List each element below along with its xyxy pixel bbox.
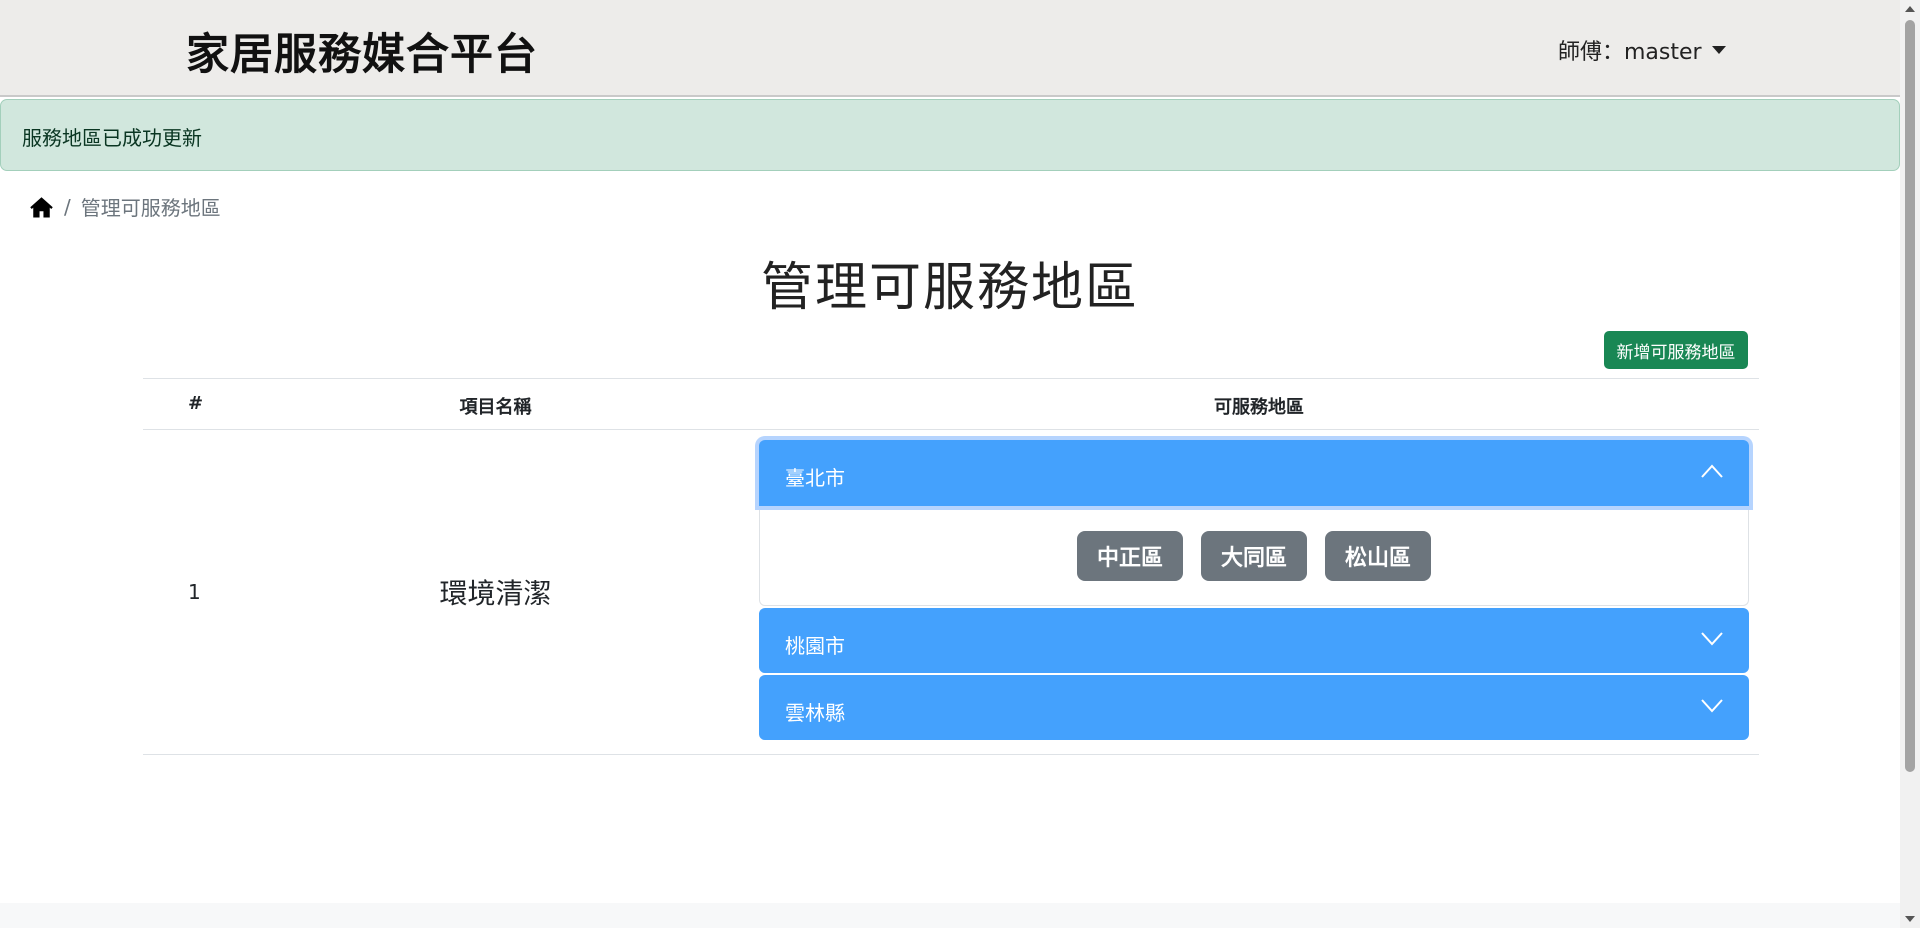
district-button[interactable]: 松山區 xyxy=(1325,530,1432,581)
district-button[interactable]: 中正區 xyxy=(1076,530,1183,581)
accordion-item-taipei: 臺北市 中正區 大同區 松山區 xyxy=(759,440,1749,606)
row-item-name: 環境清潔 xyxy=(439,577,552,610)
table-row: 1 環境清潔 臺北市 中正區 大同區 松山區 桃園市 雲林縣 xyxy=(143,430,1759,755)
user-dropdown[interactable]: 師傅：master xyxy=(1558,34,1726,66)
chevron-down-icon xyxy=(1701,632,1723,646)
breadcrumb-current: 管理可服務地區 xyxy=(80,196,221,220)
scroll-up-arrow-icon[interactable] xyxy=(1905,6,1915,12)
scroll-thumb[interactable] xyxy=(1905,20,1915,772)
page: 家居服務媒合平台 師傅：master 服務地區已成功更新 / 管理可服務地區 管… xyxy=(0,0,1920,928)
accordion-body-taipei: 中正區 大同區 松山區 xyxy=(759,506,1749,606)
footer xyxy=(0,903,1900,928)
chevron-up-icon xyxy=(1701,464,1723,478)
accordion-header-taipei[interactable]: 臺北市 xyxy=(759,440,1749,506)
city-label: 雲林縣 xyxy=(785,701,845,725)
navbar: 家居服務媒合平台 師傅：master xyxy=(0,0,1900,97)
scrollbar[interactable] xyxy=(1900,0,1920,928)
accordion-item-taoyuan: 桃園市 xyxy=(759,608,1749,673)
header-item-name: 項目名稱 xyxy=(459,397,532,418)
accordion-item-yunlin: 雲林縣 xyxy=(759,675,1749,740)
accordion-header-taoyuan[interactable]: 桃園市 xyxy=(759,608,1749,673)
service-area-table: # 項目名稱 可服務地區 1 環境清潔 臺北市 中正區 大同區 松山區 桃園市 … xyxy=(143,378,1759,755)
city-label: 臺北市 xyxy=(785,466,845,490)
home-icon[interactable] xyxy=(29,195,54,219)
user-label: 師傅：master xyxy=(1558,40,1702,65)
city-label: 桃園市 xyxy=(785,634,845,658)
page-title: 管理可服務地區 xyxy=(760,258,1139,318)
header-service-area: 可服務地區 xyxy=(1214,397,1304,418)
breadcrumb: / 管理可服務地區 xyxy=(29,192,221,221)
success-alert: 服務地區已成功更新 xyxy=(0,99,1900,171)
caret-down-icon xyxy=(1711,46,1726,54)
accordion-header-yunlin[interactable]: 雲林縣 xyxy=(759,675,1749,740)
table-header-row: # 項目名稱 可服務地區 xyxy=(143,378,1759,430)
alert-message: 服務地區已成功更新 xyxy=(22,126,202,150)
district-button[interactable]: 大同區 xyxy=(1200,530,1307,581)
brand-title[interactable]: 家居服務媒合平台 xyxy=(186,20,538,82)
city-accordion: 臺北市 中正區 大同區 松山區 桃園市 雲林縣 xyxy=(759,440,1749,740)
chevron-down-icon xyxy=(1701,699,1723,713)
breadcrumb-separator: / xyxy=(64,194,71,219)
scroll-down-arrow-icon[interactable] xyxy=(1905,916,1915,922)
add-service-area-button[interactable]: 新增可服務地區 xyxy=(1604,331,1748,369)
